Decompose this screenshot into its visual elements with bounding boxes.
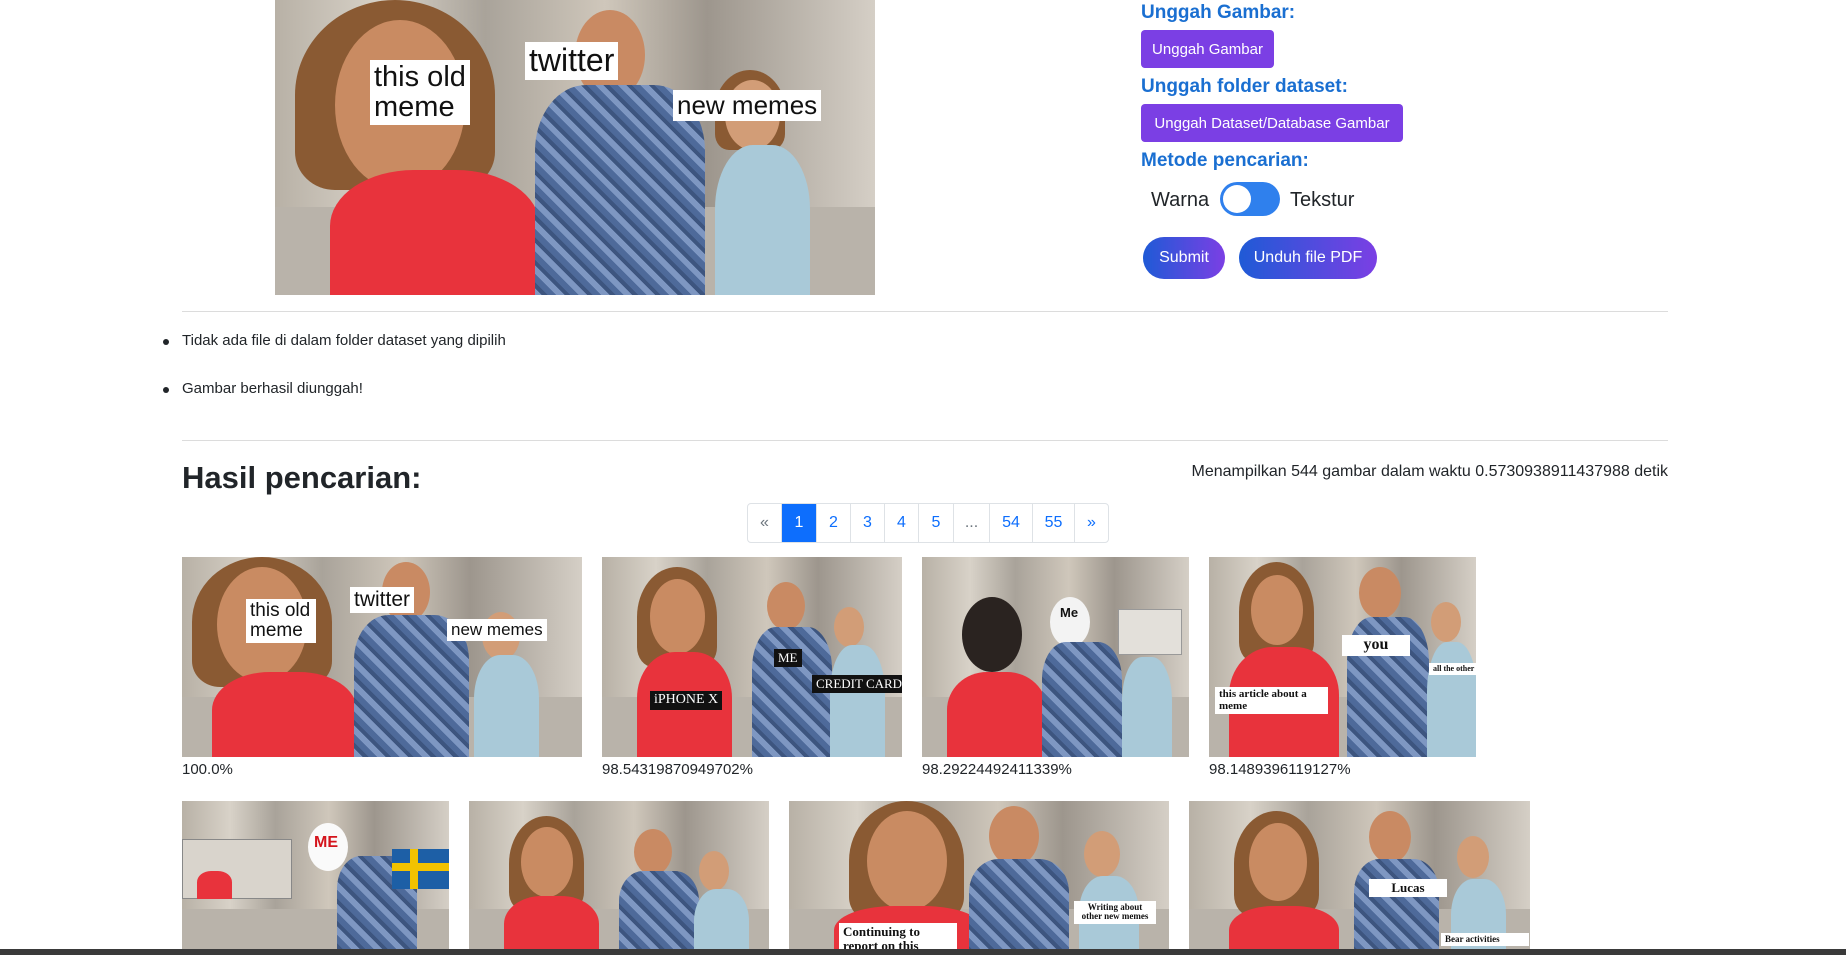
toggle-knob	[1223, 185, 1251, 213]
result-label: twitter	[350, 587, 415, 614]
query-label-2: twitter	[525, 42, 619, 80]
pagination-page-3[interactable]: 3	[850, 504, 884, 542]
result-label: this old meme	[246, 599, 316, 643]
results-summary: Menampilkan 544 gambar dalam waktu 0.573…	[1191, 463, 1668, 480]
divider-bottom	[182, 440, 1668, 441]
pagination-page-2[interactable]: 2	[816, 504, 850, 542]
pagination-page-55[interactable]: 55	[1032, 504, 1074, 542]
result-label: Me	[1060, 605, 1079, 620]
upload-dataset-heading: Unggah folder dataset:	[1141, 76, 1348, 97]
divider-top	[182, 311, 1668, 312]
pagination-page-5[interactable]: 5	[918, 504, 953, 542]
result-label: all the other news stories	[1429, 663, 1476, 676]
result-label: Lucas	[1369, 879, 1447, 897]
result-image[interactable]: Writing about other new memes Continuing…	[789, 801, 1169, 955]
result-score: 100.0%	[182, 761, 233, 778]
result-image[interactable]: Me	[922, 557, 1189, 757]
query-label-1: this old meme	[370, 60, 470, 125]
result-label: new memes	[447, 619, 547, 641]
query-image: this old meme twitter new memes	[275, 0, 875, 295]
result-image[interactable]: Lucas Bear activities	[1189, 801, 1530, 955]
search-method-toggle[interactable]	[1220, 182, 1280, 216]
result-label: CREDIT CARD	[812, 675, 902, 693]
method-label-texture: Tekstur	[1290, 189, 1355, 211]
result-label: you	[1342, 635, 1410, 656]
result-image[interactable]: you this article about a meme all the ot…	[1209, 557, 1476, 757]
result-label: Writing about other new memes	[1074, 901, 1156, 924]
pagination: « 1 2 3 4 5 ... 54 55 »	[747, 503, 1109, 543]
result-image[interactable]: iPHONE X ME CREDIT CARD	[602, 557, 902, 757]
query-label-3: new memes	[673, 90, 822, 122]
result-score: 98.54319870949702%	[602, 761, 753, 778]
search-method-heading: Metode pencarian:	[1141, 150, 1309, 171]
upload-image-heading: Unggah Gambar:	[1141, 2, 1296, 23]
bottom-edge	[0, 949, 1846, 955]
pagination-page-4[interactable]: 4	[884, 504, 918, 542]
result-label: iPHONE X	[650, 691, 723, 710]
method-label-color: Warna	[1151, 189, 1210, 211]
result-score: 98.29224492411339%	[922, 761, 1072, 778]
download-pdf-button[interactable]: Unduh file PDF	[1239, 237, 1377, 279]
result-image[interactable]	[469, 801, 769, 955]
pagination-next[interactable]: »	[1074, 504, 1108, 542]
pagination-page-54[interactable]: 54	[989, 504, 1032, 542]
upload-dataset-button[interactable]: Unggah Dataset/Database Gambar	[1141, 104, 1403, 142]
message-item: Tidak ada file di dalam folder dataset y…	[163, 332, 506, 349]
result-image[interactable]: this old meme twitter new memes	[182, 557, 582, 757]
submit-button[interactable]: Submit	[1143, 237, 1225, 279]
upload-image-button[interactable]: Unggah Gambar	[1141, 30, 1274, 68]
pagination-prev[interactable]: «	[748, 504, 781, 542]
results-title: Hasil pencarian:	[182, 460, 422, 495]
pagination-page-1[interactable]: 1	[781, 504, 816, 542]
result-image[interactable]: ME	[182, 801, 449, 955]
result-label: this article about a meme	[1215, 687, 1328, 715]
result-label: ME	[774, 649, 802, 667]
pagination-ellipsis: ...	[953, 504, 989, 542]
result-label: Bear activities	[1441, 933, 1529, 947]
result-label: ME	[314, 834, 338, 851]
message-item: Gambar berhasil diunggah!	[163, 380, 363, 397]
result-score: 98.1489396119127%	[1209, 761, 1351, 778]
